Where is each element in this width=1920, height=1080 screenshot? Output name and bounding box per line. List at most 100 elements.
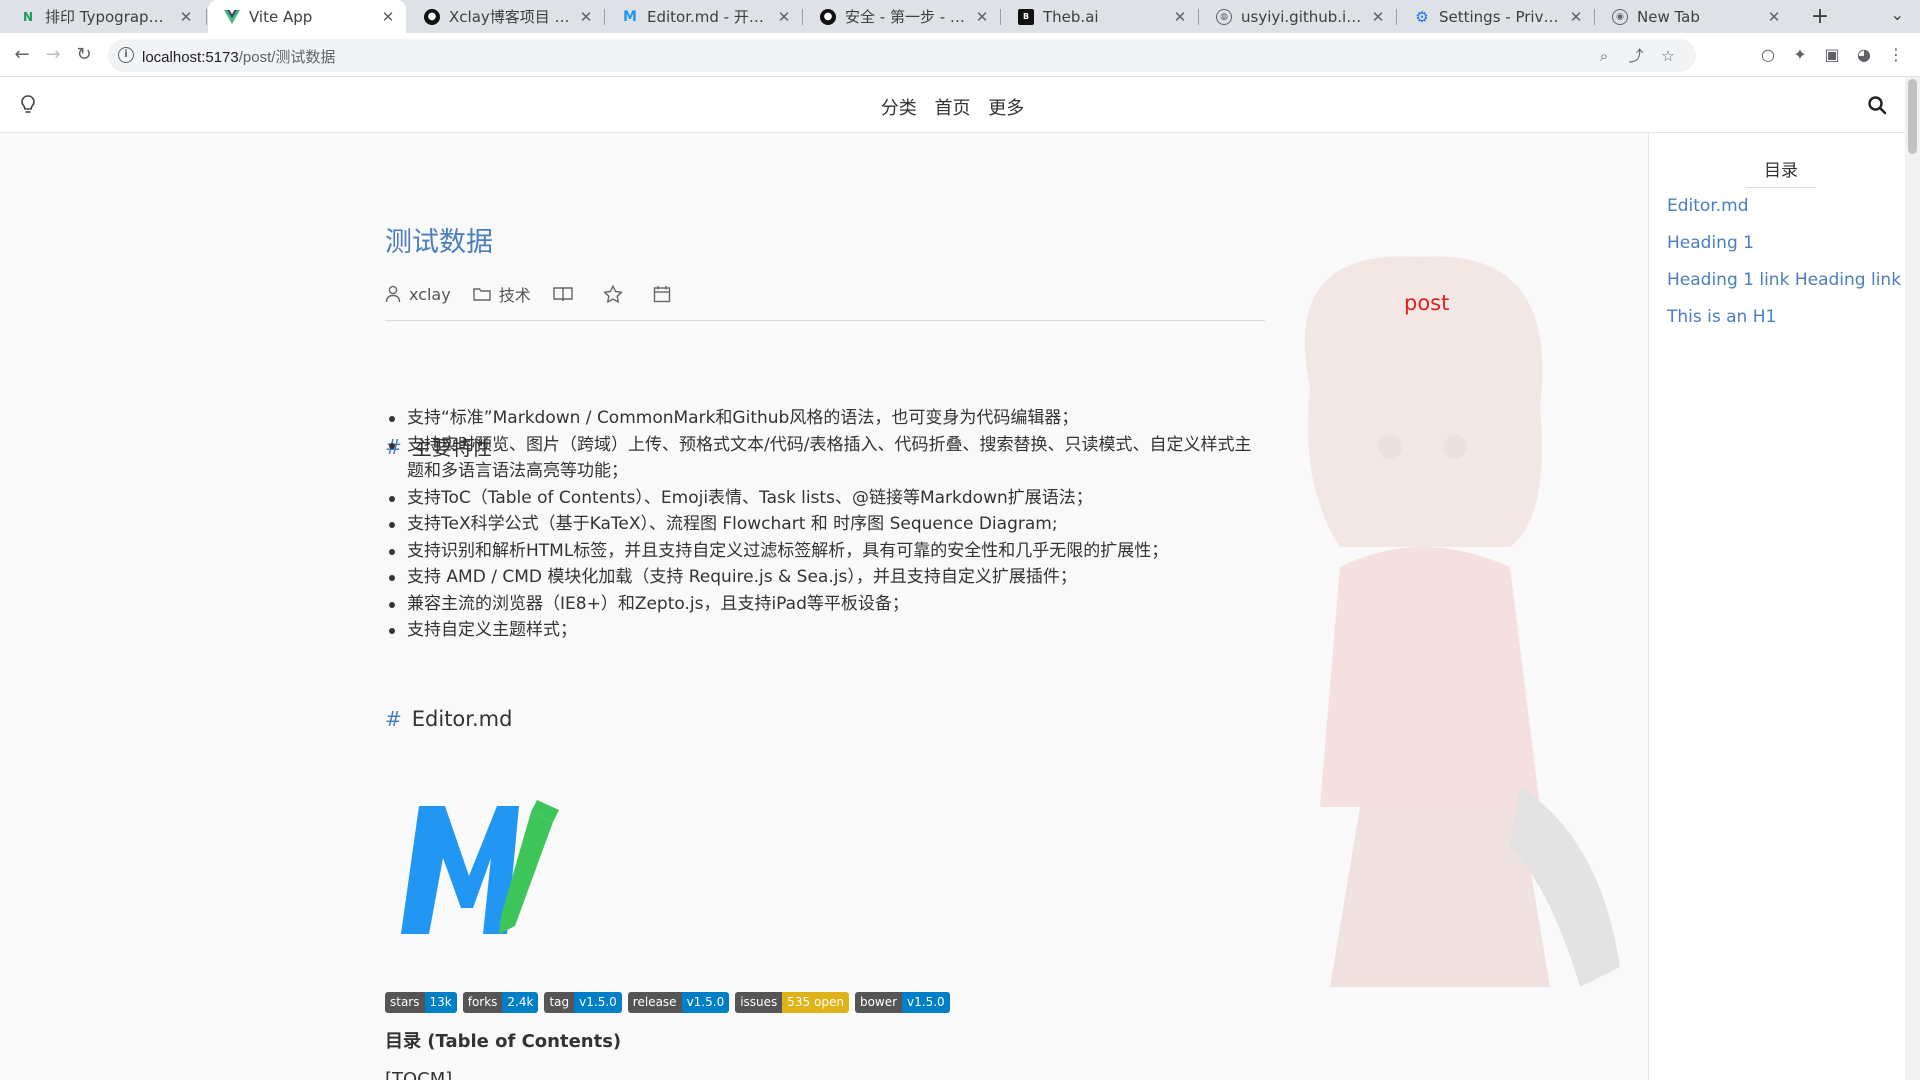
post-favorite[interactable] [603,285,631,303]
back-button[interactable]: ← [10,43,34,67]
section-heading-editormd: # Editor.md [385,707,512,731]
nav-link-more[interactable]: 更多 [988,98,1024,119]
user-icon [385,285,401,303]
list-item: 支持 AMD / CMD 模块化加载（支持 Require.js & Sea.j… [385,564,1265,591]
background-anime-illustration [1304,256,1620,987]
tab-vite-app[interactable]: Vite App ✕ [208,0,406,33]
forward-button[interactable]: → [41,43,65,67]
book-icon [553,287,573,302]
browser-toolbar: ← → ↻ i localhost:5173/post/测试数据 ⌕ ⤴ ☆ ○… [0,33,1920,77]
list-item: 支持“标准”Markdown / CommonMark和Github风格的语法，… [385,405,1265,432]
list-item: 支持自定义主题样式； [385,617,1265,644]
tab-fastapi[interactable]: ● 安全 - 第一步 - FastAPI ✕ [804,0,1000,33]
close-icon[interactable]: ✕ [1568,8,1584,26]
tab-theb[interactable]: B Theb.ai ✕ [1002,0,1198,33]
tab-title: Settings - Privacy and security [1439,7,1562,26]
side-panel-icon[interactable]: ▣ [1822,45,1842,65]
tab-title: New Tab [1637,7,1700,26]
extensions-puzzle-icon[interactable]: ✦ [1790,45,1810,65]
features-list: 支持“标准”Markdown / CommonMark和Github风格的语法，… [385,405,1265,644]
toc-item-heading-1[interactable]: Heading 1 [1667,233,1754,253]
close-icon[interactable]: ✕ [974,8,990,26]
badge-forks[interactable]: forks 2.4k [462,992,539,1013]
tab-swagger[interactable]: ● Xclay博客项目 - Swagger ✕ [408,0,604,33]
heading-anchor-icon[interactable]: # [385,707,402,731]
share-icon[interactable]: ⤴ [1626,46,1646,66]
extension-circle-icon[interactable]: ○ [1758,45,1778,65]
globe-icon: ◍ [1216,8,1232,25]
close-icon[interactable]: ✕ [1370,8,1386,26]
editormd-icon: M [623,8,637,25]
heading-text: Editor.md [411,707,513,731]
scrollbar-thumb[interactable] [1908,79,1917,154]
badge-stars[interactable]: stars 13k [385,992,457,1013]
tab-editormd[interactable]: M Editor.md - 开源在线 Markdown 编辑器 ✕ [606,0,802,33]
post-title: 测试数据 [385,227,493,258]
editormd-logo-image [401,800,559,934]
list-item: 支持TeX科学公式（基于KaTeX）、流程图 Flowchart 和 时序图 S… [385,511,1265,538]
nav-link-categories[interactable]: 分类 [881,98,917,119]
tab-title: 安全 - 第一步 - FastAPI [845,8,968,26]
zoom-icon[interactable]: ⌕ [1594,46,1614,66]
address-bar[interactable]: i localhost:5173/post/测试数据 ⌕ ⤴ ☆ [108,39,1696,72]
bookmark-star-icon[interactable]: ☆ [1658,46,1678,66]
close-icon[interactable]: ✕ [380,8,396,26]
vue-icon [224,9,240,25]
toc-heading: 目录 (Table of Contents) [385,1031,622,1052]
close-icon[interactable]: ✕ [1766,8,1782,26]
menu-kebab-icon[interactable]: ⋮ [1886,45,1906,65]
list-item: 兼容主流的浏览器（IE8+）和Zepto.js，且支持iPad等平板设备； [385,591,1265,618]
list-item: 支持实时预览、图片（跨域）上传、预格式文本/代码/表格插入、代码折叠、搜索替换、… [385,432,1265,485]
calendar-icon [653,286,670,303]
tab-sqlalchemy[interactable]: ◍ usyiyi.github.io/sqlalchemy ✕ [1200,0,1396,33]
author-name: xclay [409,284,451,304]
badge-tag[interactable]: tag v1.5.0 [544,992,622,1013]
toc-item-heading-1-link[interactable]: Heading 1 link Heading link [1667,270,1901,290]
tab-title: Vite App [249,7,313,26]
list-item: 支持识别和解析HTML标签，并且支持自定义过滤标签解析，具有可靠的安全性和几乎无… [385,538,1265,565]
badges-row: stars 13k forks 2.4k tag v1.5.0 release v1.5… [385,992,950,1013]
tab-title: Editor.md - 开源在线 Markdown 编辑器 [647,8,770,26]
close-icon[interactable]: ✕ [178,8,194,26]
tab-title: 排印 Typography - Naive UI [45,8,172,26]
star-icon [603,285,622,303]
search-icon[interactable] [1867,95,1887,115]
chevron-down-icon[interactable]: ⌄ [1891,5,1904,24]
post-date[interactable] [653,285,679,303]
profile-icon[interactable]: ◕ [1854,45,1874,65]
reload-button[interactable]: ↻ [72,43,96,67]
toc-item-h1[interactable]: This is an H1 [1667,307,1776,327]
close-icon[interactable]: ✕ [578,8,594,26]
list-item: 支持ToC（Table of Contents）、Emoji表情、Task li… [385,485,1265,512]
post-author[interactable]: xclay [385,285,451,304]
tocm-placeholder: [TOCM] [385,1069,453,1080]
site-info-icon[interactable]: i [118,47,134,63]
site-header: 分类 首页 更多 [0,77,1905,133]
close-icon[interactable]: ✕ [776,8,792,26]
main-nav: 分类 首页 更多 [0,94,1905,120]
folder-icon [473,288,491,301]
page-scrollbar[interactable] [1905,77,1920,1080]
close-icon[interactable]: ✕ [1172,8,1188,26]
page-viewport: 分类 首页 更多 post 测试数据 xclay 技术 # 主要特性 支持“标准… [0,77,1920,1080]
toc-sidebar: 目录 Editor.md Heading 1 Heading 1 link He… [1648,133,1905,1080]
badge-release[interactable]: release v1.5.0 [627,992,730,1013]
tab-title: usyiyi.github.io/sqlalchemy [1241,7,1364,26]
new-tab-button[interactable]: + [1806,3,1834,31]
tab-title: Theb.ai [1043,7,1099,26]
post-label: post [1404,291,1450,315]
toc-sidebar-title: 目录 [1746,156,1816,188]
tab-settings[interactable]: ⚙ Settings - Privacy and security ✕ [1398,0,1594,33]
tab-naive-ui[interactable]: N 排印 Typography - Naive UI ✕ [4,0,204,33]
toc-item-editormd[interactable]: Editor.md [1667,196,1749,216]
tab-strip: N 排印 Typography - Naive UI ✕ Vite App ✕ … [0,0,1920,33]
post-category[interactable]: 技术 [473,282,531,306]
settings-icon: ⚙ [1415,7,1429,26]
badge-issues[interactable]: issues 535 open [735,992,849,1013]
url-text[interactable]: localhost:5173/post/测试数据 [142,46,335,67]
tab-new-tab[interactable]: ◉ New Tab ✕ [1596,0,1792,33]
nav-link-home[interactable]: 首页 [935,98,971,119]
post-read[interactable] [553,286,581,302]
meta-divider [385,320,1265,321]
badge-bower[interactable]: bower v1.5.0 [854,992,950,1013]
